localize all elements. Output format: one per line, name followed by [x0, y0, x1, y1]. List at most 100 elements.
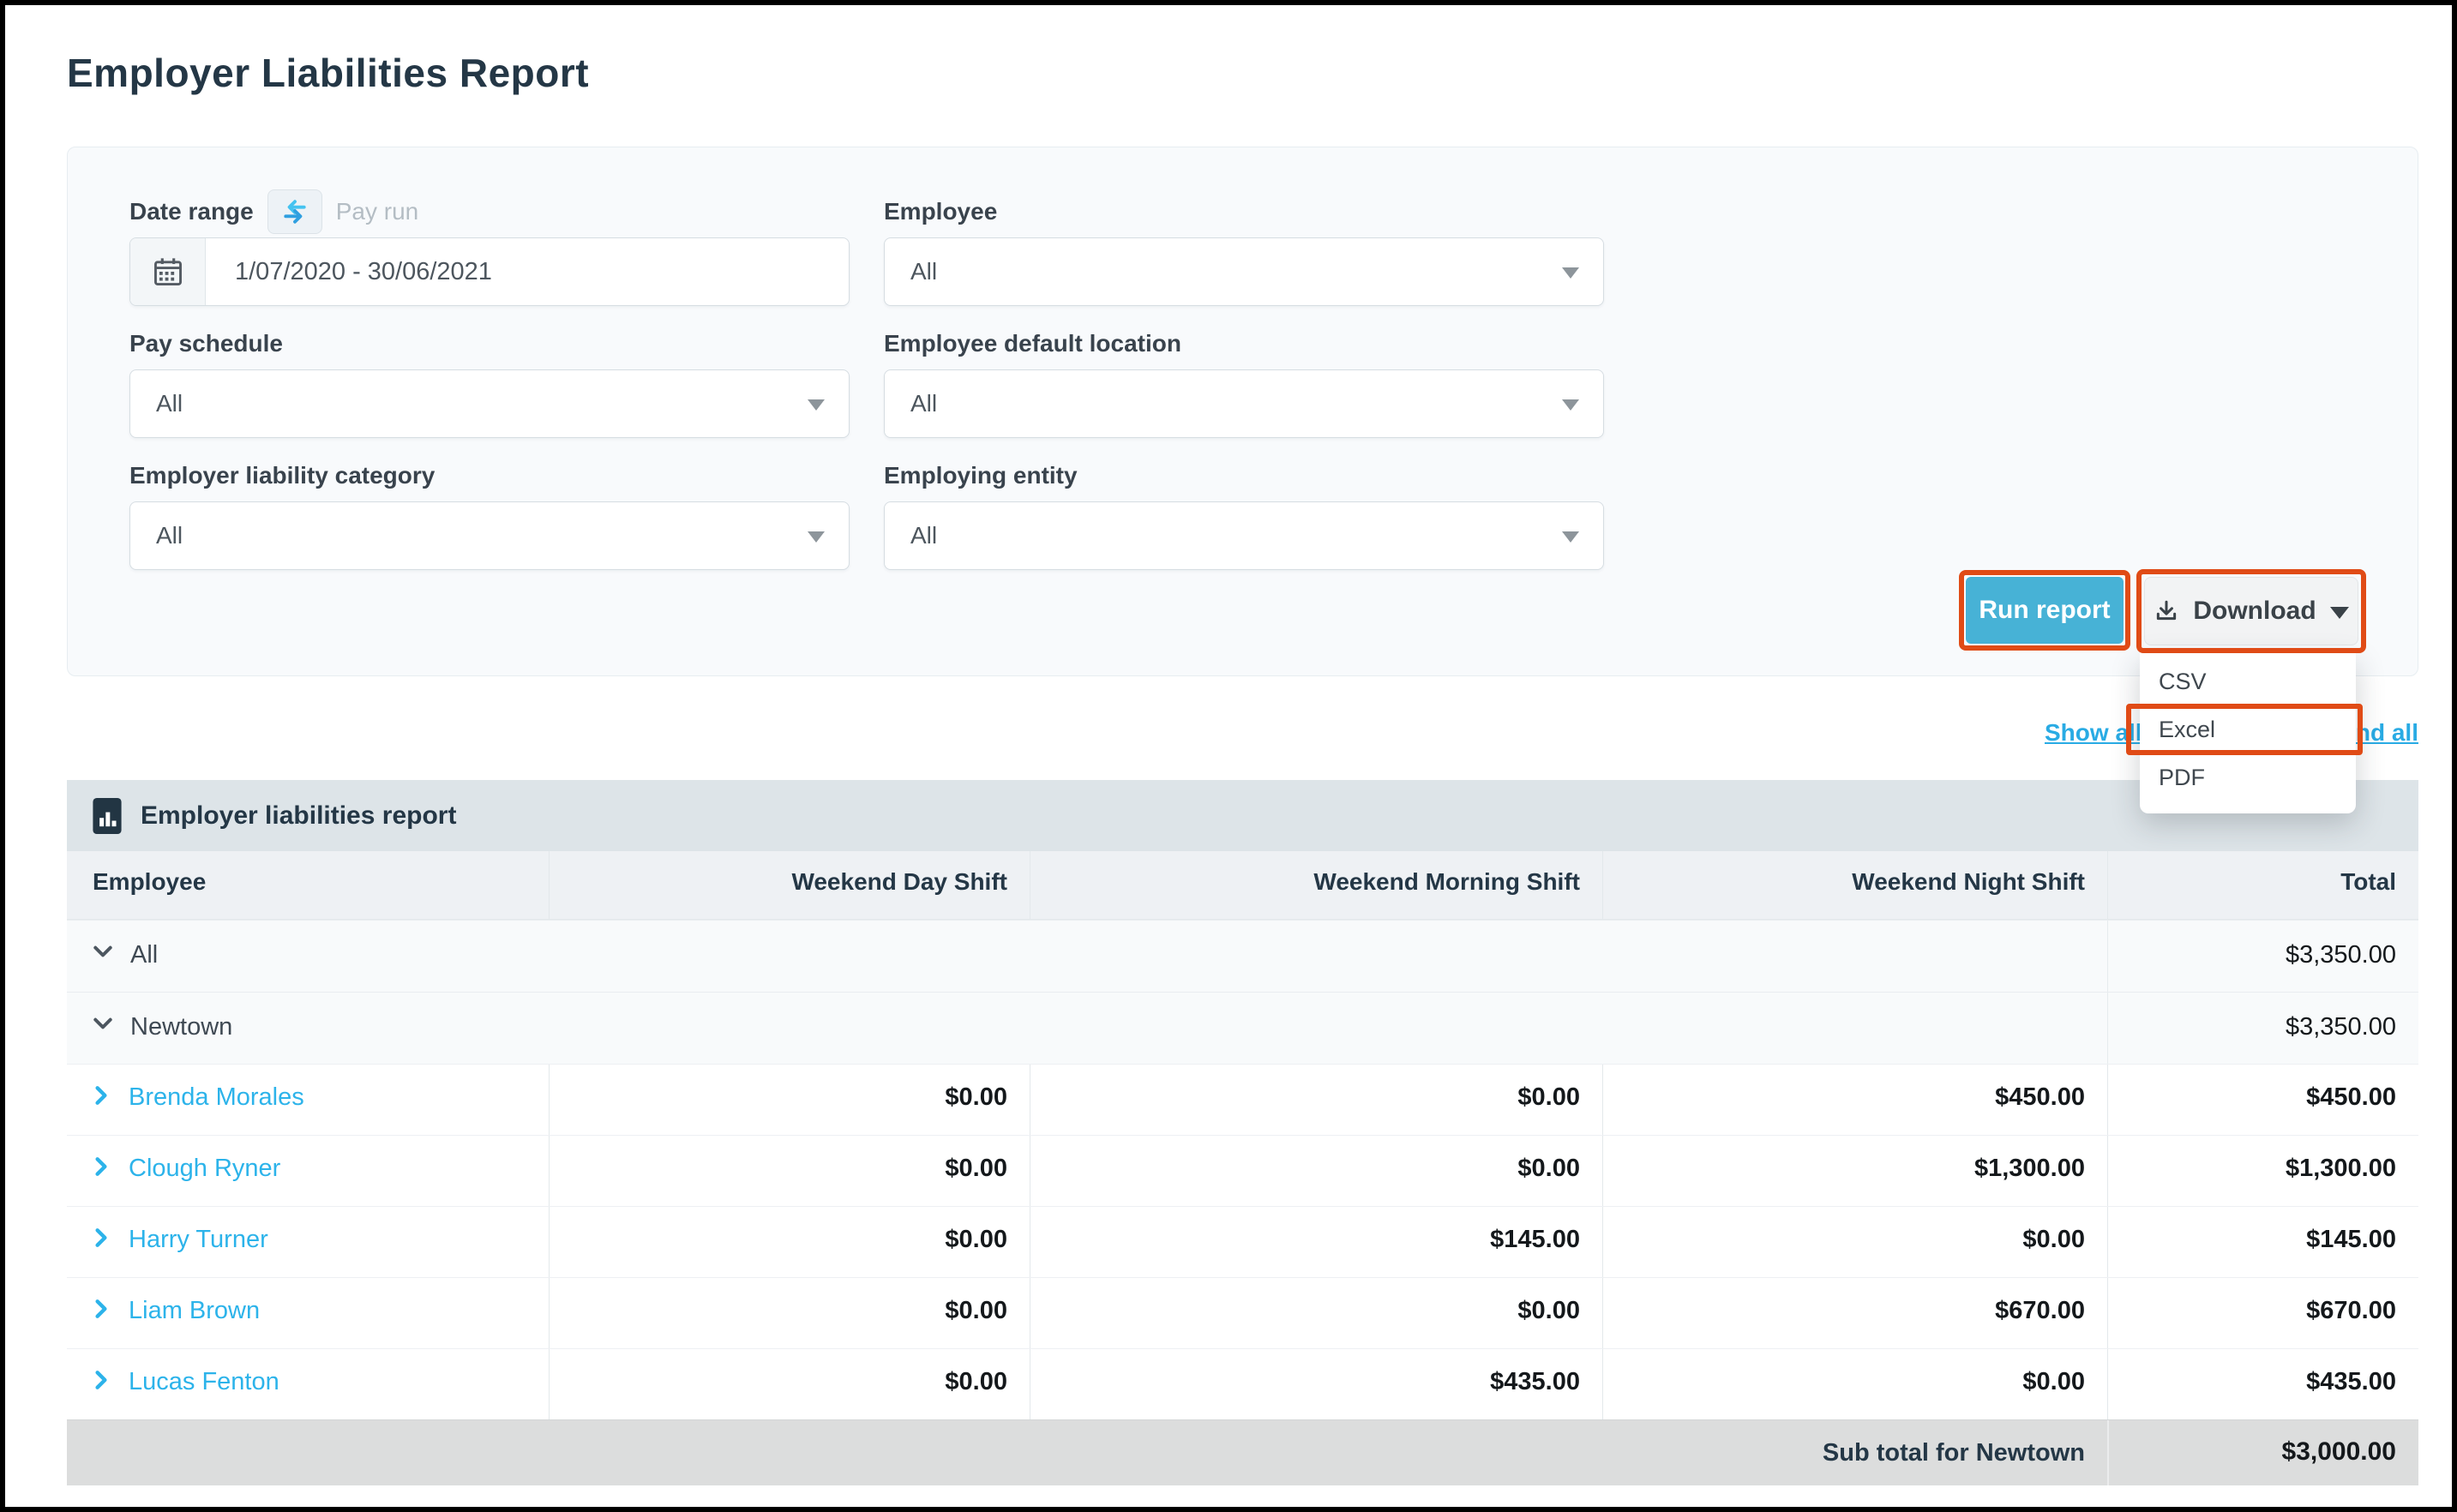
employee-select[interactable]: All: [884, 237, 1604, 306]
group-total: $3,350.00: [2107, 993, 2418, 1064]
cell-weekend-morning: $435.00: [1030, 1349, 1602, 1419]
collapse-group-button[interactable]: [93, 1015, 113, 1032]
table-links-row: Show all Expand all: [67, 716, 2418, 753]
dropdown-caret-icon: [1562, 531, 1579, 543]
cell-weekend-night: $1,300.00: [1602, 1136, 2107, 1206]
chevron-down-icon: [93, 943, 113, 960]
group-row-all: All $3,350.00: [67, 920, 2418, 992]
cell-weekend-day: $0.00: [549, 1136, 1030, 1206]
expand-row-button[interactable]: [93, 1156, 110, 1177]
cell-weekend-day: $0.00: [549, 1349, 1030, 1419]
download-menu-item-excel[interactable]: Excel: [2140, 705, 2356, 753]
expand-row-button[interactable]: [93, 1085, 110, 1106]
cell-weekend-day: $0.00: [549, 1065, 1030, 1135]
expand-row-button[interactable]: [93, 1299, 110, 1319]
cell-total: $670.00: [2107, 1278, 2418, 1348]
employee-field: Employee All: [884, 193, 1604, 306]
swap-arrows-icon: [279, 199, 311, 225]
filter-panel: Date range Pay run: [67, 147, 2418, 676]
caret-down-icon: [2330, 607, 2349, 619]
page: Employer Liabilities Report Date range P…: [5, 5, 2452, 1507]
table-row: Brenda Morales $0.00 $0.00 $450.00 $450.…: [67, 1064, 2418, 1135]
table-header-row: Employee Weekend Day Shift Weekend Morni…: [67, 851, 2418, 920]
table-row: Lucas Fenton $0.00 $435.00 $0.00 $435.00: [67, 1348, 2418, 1419]
expand-row-button[interactable]: [93, 1370, 110, 1390]
expand-row-button[interactable]: [93, 1227, 110, 1248]
date-pay-run-toggle[interactable]: [267, 189, 322, 234]
employing-entity-select[interactable]: All: [884, 501, 1604, 570]
cell-total: $435.00: [2107, 1349, 2418, 1419]
date-range-value: 1/07/2020 - 30/06/2021: [206, 238, 492, 305]
download-menu-item-pdf[interactable]: PDF: [2140, 753, 2356, 801]
download-menu: CSV Excel PDF: [2140, 652, 2356, 813]
calendar-icon: [152, 255, 184, 288]
employee-link[interactable]: Brenda Morales: [129, 1083, 304, 1112]
cell-total: $450.00: [2107, 1065, 2418, 1135]
pay-schedule-field: Pay schedule All: [129, 325, 850, 438]
date-prefix: [130, 238, 206, 305]
chevron-down-icon: [93, 1015, 113, 1032]
chevron-right-icon: [93, 1370, 110, 1390]
employer-liability-category-field: Employer liability category All: [129, 457, 850, 570]
date-range-label-row: Date range Pay run: [129, 193, 850, 231]
report-icon: [93, 798, 122, 834]
pay-schedule-select[interactable]: All: [129, 369, 850, 438]
table-row: Harry Turner $0.00 $145.00 $0.00 $145.00: [67, 1206, 2418, 1277]
employer-liability-category-select[interactable]: All: [129, 501, 850, 570]
employee-link[interactable]: Harry Turner: [129, 1226, 268, 1254]
group-row-newtown: Newtown $3,350.00: [67, 992, 2418, 1064]
download-icon: [2154, 598, 2179, 624]
employee-label: Employee: [884, 198, 997, 225]
column-header-weekend-night-shift: Weekend Night Shift: [1602, 851, 2107, 919]
pay-run-label: Pay run: [336, 198, 419, 225]
cell-weekend-night: $0.00: [1602, 1349, 2107, 1419]
run-report-wrap: Run report: [1966, 577, 2124, 644]
table-title: Employer liabilities report: [141, 801, 456, 831]
cell-weekend-morning: $0.00: [1030, 1136, 1602, 1206]
column-header-weekend-day-shift: Weekend Day Shift: [549, 851, 1030, 919]
chevron-right-icon: [93, 1227, 110, 1248]
table-row: Clough Ryner $0.00 $0.00 $1,300.00 $1,30…: [67, 1135, 2418, 1206]
page-title: Employer Liabilities Report: [67, 50, 589, 96]
column-header-weekend-morning-shift: Weekend Morning Shift: [1030, 851, 1602, 919]
table-row: Liam Brown $0.00 $0.00 $670.00 $670.00: [67, 1277, 2418, 1348]
employee-default-location-select[interactable]: All: [884, 369, 1604, 438]
pay-schedule-select-value: All: [130, 390, 183, 417]
employee-default-location-label: Employee default location: [884, 330, 1181, 357]
date-range-input[interactable]: 1/07/2020 - 30/06/2021: [129, 237, 850, 306]
cell-weekend-morning: $0.00: [1030, 1278, 1602, 1348]
cell-total: $1,300.00: [2107, 1136, 2418, 1206]
employing-entity-field: Employing entity All: [884, 457, 1604, 570]
subtotal-value: $3,000.00: [2107, 1420, 2418, 1485]
chevron-right-icon: [93, 1299, 110, 1319]
group-label: All: [130, 941, 158, 969]
download-menu-item-csv[interactable]: CSV: [2140, 657, 2356, 705]
show-all-link[interactable]: Show all: [2045, 719, 2142, 747]
collapse-group-button[interactable]: [93, 943, 113, 960]
subtotal-label: Sub total for Newtown: [67, 1420, 2107, 1485]
download-wrap: Download: [2144, 577, 2358, 645]
cell-weekend-morning: $0.00: [1030, 1065, 1602, 1135]
column-header-total: Total: [2107, 851, 2418, 919]
employee-link[interactable]: Lucas Fenton: [129, 1368, 279, 1396]
screenshot-frame: Employer Liabilities Report Date range P…: [0, 0, 2457, 1512]
group-label: Newtown: [130, 1013, 232, 1041]
download-button[interactable]: Download: [2144, 577, 2358, 645]
run-report-button[interactable]: Run report: [1966, 577, 2124, 644]
employer-liability-category-select-value: All: [130, 522, 183, 549]
employee-select-value: All: [885, 258, 937, 285]
table-title-bar: Employer liabilities report: [67, 780, 2418, 851]
cell-weekend-day: $0.00: [549, 1278, 1030, 1348]
download-button-label: Download: [2193, 597, 2316, 626]
chevron-right-icon: [93, 1156, 110, 1177]
cell-weekend-morning: $145.00: [1030, 1207, 1602, 1277]
dropdown-caret-icon: [808, 531, 825, 543]
cell-weekend-night: $450.00: [1602, 1065, 2107, 1135]
dropdown-caret-icon: [1562, 267, 1579, 279]
employing-entity-label: Employing entity: [884, 462, 1078, 489]
employee-link[interactable]: Liam Brown: [129, 1297, 260, 1325]
subtotal-row: Sub total for Newtown $3,000.00: [67, 1419, 2418, 1485]
group-total: $3,350.00: [2107, 921, 2418, 992]
employee-link[interactable]: Clough Ryner: [129, 1155, 280, 1183]
date-range-field: Date range Pay run: [129, 193, 850, 306]
